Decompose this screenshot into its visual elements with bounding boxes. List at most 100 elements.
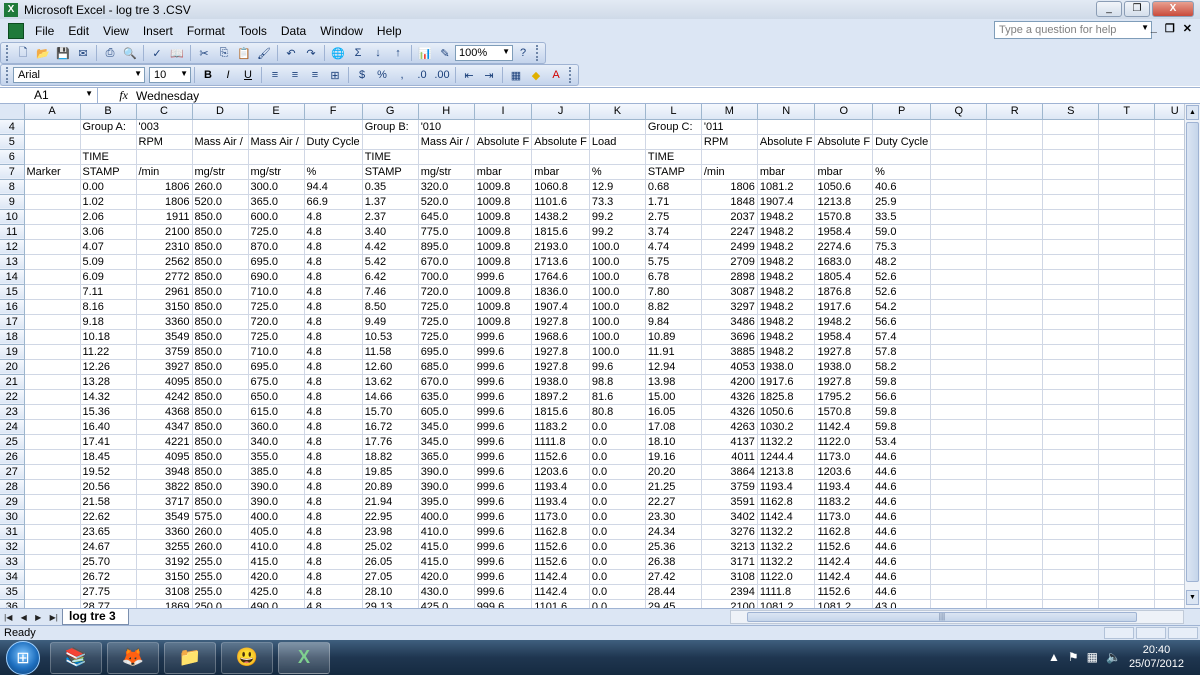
cell-a29[interactable] <box>24 494 81 510</box>
cell-n33[interactable]: 1132.2 <box>757 554 816 570</box>
cell-m6[interactable] <box>701 149 758 165</box>
chevron-down-icon[interactable]: ▼ <box>85 89 93 98</box>
cell-h13[interactable]: 670.0 <box>418 254 475 270</box>
cell-r12[interactable] <box>986 239 1044 255</box>
cell-n24[interactable]: 1030.2 <box>757 419 816 435</box>
cell-e22[interactable]: 650.0 <box>248 389 305 405</box>
sheet-tab-log-tre-3[interactable]: log tre 3 <box>62 609 129 625</box>
cell-l10[interactable]: 2.75 <box>645 209 702 225</box>
cell-p36[interactable]: 43.0 <box>872 599 932 608</box>
cell-n16[interactable]: 1948.2 <box>757 299 816 315</box>
cell-a7[interactable]: Marker <box>24 164 81 180</box>
cell-f25[interactable]: 4.8 <box>304 434 363 450</box>
cell-s32[interactable] <box>1042 539 1100 555</box>
cell-k34[interactable]: 0.0 <box>589 569 646 585</box>
cell-l31[interactable]: 24.34 <box>645 524 702 540</box>
cell-i7[interactable]: mbar <box>474 164 533 180</box>
cell-i18[interactable]: 999.6 <box>474 329 533 345</box>
cell-p4[interactable] <box>872 119 932 135</box>
cell-e24[interactable]: 360.0 <box>248 419 305 435</box>
cell-q12[interactable] <box>930 239 988 255</box>
cell-t18[interactable] <box>1098 329 1156 345</box>
cell-p7[interactable]: % <box>872 164 932 180</box>
cell-h30[interactable]: 400.0 <box>418 509 475 525</box>
cell-o26[interactable]: 1173.0 <box>814 449 874 465</box>
toolbar-grip[interactable] <box>6 67 10 83</box>
cell-k28[interactable]: 0.0 <box>589 479 646 495</box>
cell-c19[interactable]: 3759 <box>136 344 193 360</box>
cell-k29[interactable]: 0.0 <box>589 494 646 510</box>
cell-c29[interactable]: 3717 <box>136 494 193 510</box>
cell-i32[interactable]: 999.6 <box>474 539 533 555</box>
menu-help[interactable]: Help <box>370 24 409 38</box>
cell-f30[interactable]: 4.8 <box>304 509 363 525</box>
cell-b16[interactable]: 8.16 <box>80 299 137 315</box>
cell-f12[interactable]: 4.8 <box>304 239 363 255</box>
decrease-indent-icon[interactable]: ⇤ <box>460 66 478 84</box>
cell-g10[interactable]: 2.37 <box>362 209 419 225</box>
cell-o21[interactable]: 1927.8 <box>814 374 874 390</box>
cell-d17[interactable]: 850.0 <box>192 314 249 330</box>
cell-f19[interactable]: 4.8 <box>304 344 363 360</box>
cell-d8[interactable]: 260.0 <box>192 179 249 195</box>
cell-m8[interactable]: 1806 <box>701 179 758 195</box>
cell-g20[interactable]: 12.60 <box>362 359 419 375</box>
cell-t5[interactable] <box>1098 134 1156 150</box>
cell-b17[interactable]: 9.18 <box>80 314 137 330</box>
cell-r18[interactable] <box>986 329 1044 345</box>
cell-p24[interactable]: 59.8 <box>872 419 932 435</box>
cell-j8[interactable]: 1060.8 <box>531 179 590 195</box>
cell-c31[interactable]: 3360 <box>136 524 193 540</box>
cell-p35[interactable]: 44.6 <box>872 584 932 600</box>
cell-k15[interactable]: 100.0 <box>589 284 646 300</box>
cell-n25[interactable]: 1132.2 <box>757 434 816 450</box>
cell-j6[interactable] <box>531 149 590 165</box>
cell-q24[interactable] <box>930 419 988 435</box>
cell-m32[interactable]: 3213 <box>701 539 758 555</box>
row-header[interactable]: 15 <box>0 284 25 300</box>
horizontal-scroll-thumb[interactable]: ||| <box>747 612 1137 622</box>
cell-h16[interactable]: 725.0 <box>418 299 475 315</box>
cell-t10[interactable] <box>1098 209 1156 225</box>
cell-r34[interactable] <box>986 569 1044 585</box>
start-orb[interactable]: ⊞ <box>6 640 40 675</box>
cell-f32[interactable]: 4.8 <box>304 539 363 555</box>
cell-s19[interactable] <box>1042 344 1100 360</box>
cell-l6[interactable]: TIME <box>645 149 702 165</box>
cell-i6[interactable] <box>474 149 533 165</box>
cell-j23[interactable]: 1815.6 <box>531 404 590 420</box>
cell-c15[interactable]: 2961 <box>136 284 193 300</box>
cell-d5[interactable]: Mass Air / <box>192 134 249 150</box>
cell-c25[interactable]: 4221 <box>136 434 193 450</box>
cell-a8[interactable] <box>24 179 81 195</box>
cell-b13[interactable]: 5.09 <box>80 254 137 270</box>
cell-r10[interactable] <box>986 209 1044 225</box>
cell-c14[interactable]: 2772 <box>136 269 193 285</box>
cell-n21[interactable]: 1917.6 <box>757 374 816 390</box>
cell-j7[interactable]: mbar <box>531 164 590 180</box>
cell-m15[interactable]: 3087 <box>701 284 758 300</box>
cell-i20[interactable]: 999.6 <box>474 359 533 375</box>
cell-m10[interactable]: 2037 <box>701 209 758 225</box>
row-header[interactable]: 6 <box>0 149 25 165</box>
cell-p12[interactable]: 75.3 <box>872 239 932 255</box>
cell-t6[interactable] <box>1098 149 1156 165</box>
cell-q26[interactable] <box>930 449 988 465</box>
cell-g4[interactable]: Group B: <box>362 119 419 135</box>
cell-a12[interactable] <box>24 239 81 255</box>
vertical-scroll-thumb[interactable] <box>1186 122 1199 582</box>
cell-g8[interactable]: 0.35 <box>362 179 419 195</box>
cell-n26[interactable]: 1244.4 <box>757 449 816 465</box>
cell-s25[interactable] <box>1042 434 1100 450</box>
cell-d27[interactable]: 850.0 <box>192 464 249 480</box>
zoom-select[interactable]: 100% ▼ <box>455 45 513 61</box>
cell-o35[interactable]: 1152.6 <box>814 584 874 600</box>
cell-k6[interactable] <box>589 149 646 165</box>
column-header-h[interactable]: H <box>418 104 475 120</box>
cell-l36[interactable]: 29.45 <box>645 599 702 608</box>
column-header-f[interactable]: F <box>304 104 363 120</box>
menu-view[interactable]: View <box>96 24 136 38</box>
cell-r27[interactable] <box>986 464 1044 480</box>
last-sheet-icon[interactable]: ▶| <box>50 613 58 622</box>
cell-r8[interactable] <box>986 179 1044 195</box>
